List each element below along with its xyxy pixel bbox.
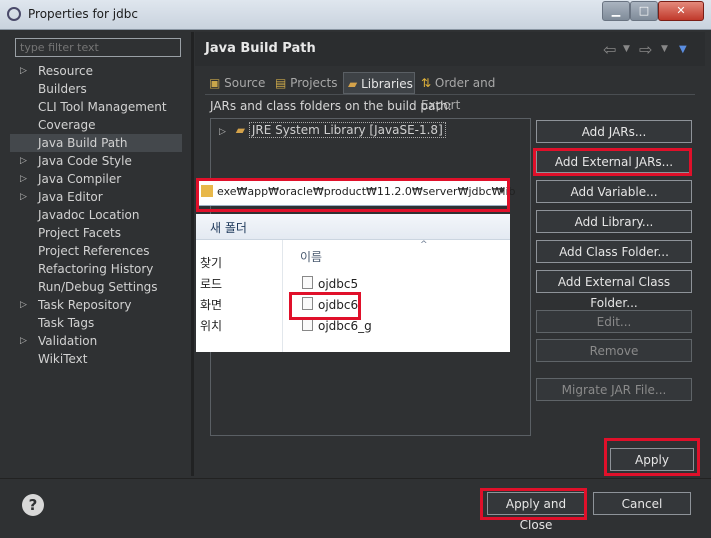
tree-item-label: JRE System Library [JavaSE-1.8] <box>248 122 446 138</box>
build-path-label: JARs and class folders on the build path… <box>210 99 452 113</box>
help-icon[interactable]: ? <box>22 494 44 516</box>
back-arrow-icon[interactable]: ⇦ <box>603 40 616 59</box>
tab-projects[interactable]: ▤ Projects <box>271 72 343 94</box>
maximize-button[interactable]: □ <box>630 1 658 21</box>
order-icon: ⇅ <box>421 76 432 90</box>
sidebar-item-label: Java Build Path <box>38 136 128 150</box>
tab-separator <box>205 94 695 95</box>
folder-icon: ▣ <box>209 76 221 90</box>
expand-arrow-icon[interactable]: ▷ <box>20 62 27 80</box>
sidebar-item-label: Coverage <box>38 118 96 132</box>
column-header-name[interactable]: 이름 <box>300 248 322 265</box>
file-dialog-sidebar-item[interactable]: 위치 <box>200 317 222 334</box>
tab-libraries[interactable]: ▰ Libraries <box>343 72 415 94</box>
highlight-apply <box>604 438 700 476</box>
page-title: Java Build Path <box>205 41 316 56</box>
sidebar-item-label: Resource <box>38 64 94 78</box>
forward-arrow-icon[interactable]: ⇨ <box>639 40 652 59</box>
sidebar-item-cli-tool-management[interactable]: CLI Tool Management <box>10 98 182 116</box>
sidebar-item-label: Project Facets <box>38 226 121 240</box>
sidebar-item-label: CLI Tool Management <box>38 100 167 114</box>
sidebar-item-project-facets[interactable]: Project Facets <box>10 224 182 242</box>
new-folder-button[interactable]: 새 폴더 <box>210 219 247 236</box>
sidebar-item-java-compiler[interactable]: ▷ Java Compiler <box>10 170 182 188</box>
sidebar-item-javadoc-location[interactable]: Javadoc Location <box>10 206 182 224</box>
sidebar-item-label: Java Compiler <box>38 172 122 186</box>
sidebar-item-label: Task Tags <box>38 316 95 330</box>
add-external-class-folder-button[interactable]: Add External Class Folder... <box>536 270 692 310</box>
filter-input[interactable] <box>15 38 181 57</box>
sidebar-item-task-repository[interactable]: ▷ Task Repository <box>10 296 182 314</box>
sidebar-item-run-debug-settings[interactable]: Run/Debug Settings <box>10 278 182 296</box>
sidebar-item-java-code-style[interactable]: ▷ Java Code Style <box>10 152 182 170</box>
sidebar-item-refactoring-history[interactable]: Refactoring History <box>10 260 182 278</box>
back-menu-chevron-icon[interactable]: ▼ <box>623 44 630 54</box>
file-dialog-sidebar-item[interactable]: 화면 <box>200 296 222 313</box>
expand-arrow-icon[interactable]: ▷ <box>20 296 27 314</box>
add-class-folder-button[interactable]: Add Class Folder... <box>536 240 692 263</box>
file-item[interactable]: ojdbc5 <box>302 276 358 291</box>
expand-arrow-icon[interactable]: ▷ <box>20 152 27 170</box>
sidebar-item-label: Task Repository <box>38 298 132 312</box>
sidebar-item-label: Java Code Style <box>38 154 132 168</box>
sidebar-item-validation[interactable]: ▷ Validation <box>10 332 182 350</box>
sidebar-item-java-editor[interactable]: ▷ Java Editor <box>10 188 182 206</box>
highlight-path-bar <box>196 178 510 212</box>
highlight-apply-and-close <box>480 488 587 520</box>
cancel-button[interactable]: Cancel <box>593 492 691 515</box>
sidebar-item-label: Refactoring History <box>38 262 154 276</box>
sidebar-item-task-tags[interactable]: Task Tags <box>10 314 182 332</box>
sidebar-item-label: Project References <box>38 244 150 258</box>
add-library-button[interactable]: Add Library... <box>536 210 692 233</box>
tree-item-jre[interactable]: ▷ ▰ JRE System Library [JavaSE-1.8] <box>219 122 446 138</box>
forward-menu-chevron-icon[interactable]: ▼ <box>661 44 668 54</box>
sidebar-item-wikitext[interactable]: WikiText <box>10 350 182 368</box>
page-header: Java Build Path ⇦ ▼ ⇨ ▼ ▼ <box>195 32 705 66</box>
view-menu-icon[interactable]: ▼ <box>679 44 687 55</box>
tab-source[interactable]: ▣ Source <box>205 72 271 94</box>
expand-arrow-icon[interactable]: ▷ <box>20 332 27 350</box>
sort-caret-icon: ^ <box>420 240 428 250</box>
tab-order-export[interactable]: ⇅ Order and Export <box>417 72 535 112</box>
sidebar-item-label: Java Editor <box>38 190 103 204</box>
sidebar-item-label: Run/Debug Settings <box>38 280 158 294</box>
highlight-ojdbc6 <box>289 292 361 320</box>
footer-separator <box>0 478 711 479</box>
splitter[interactable] <box>191 32 194 476</box>
file-item[interactable]: ojdbc6_g <box>302 318 372 333</box>
remove-button[interactable]: Remove <box>536 339 692 362</box>
sidebar-item-label: Builders <box>38 82 87 96</box>
sidebar-item-resource[interactable]: ▷ Resource <box>10 62 182 80</box>
file-dialog-sidebar-item[interactable]: 찾기 <box>200 254 222 271</box>
file-icon <box>302 276 313 289</box>
file-dialog-divider <box>282 240 283 352</box>
highlight-add-external-jars <box>533 148 692 176</box>
window-title: Properties for jdbc <box>28 7 138 21</box>
sidebar-item-coverage[interactable]: Coverage <box>10 116 182 134</box>
jar-icon: ▰ <box>235 123 245 137</box>
sidebar-item-label: Validation <box>38 334 98 348</box>
migrate-jar-button[interactable]: Migrate JAR File... <box>536 378 692 401</box>
tab-bar: ▣ Source ▤ Projects ▰ Libraries ⇅ Order … <box>205 72 535 112</box>
sidebar-item-project-references[interactable]: Project References <box>10 242 182 260</box>
library-icon: ▰ <box>348 77 358 91</box>
file-dialog-toolbar: 새 폴더 <box>196 214 510 240</box>
expand-arrow-icon[interactable]: ▷ <box>20 170 27 188</box>
eclipse-icon <box>7 7 21 21</box>
close-window-button[interactable]: ✕ <box>658 1 704 21</box>
add-jars-button[interactable]: Add JARs... <box>536 120 692 143</box>
add-variable-button[interactable]: Add Variable... <box>536 180 692 203</box>
sidebar-item-builders[interactable]: Builders <box>10 80 182 98</box>
expand-arrow-icon[interactable]: ▷ <box>20 188 27 206</box>
edit-button[interactable]: Edit... <box>536 310 692 333</box>
file-dialog-sidebar-item[interactable]: 로드 <box>200 275 222 292</box>
sidebar-item-label: Javadoc Location <box>38 208 140 222</box>
minimize-button[interactable]: ▁ <box>602 1 630 21</box>
sidebar-item-label: WikiText <box>38 352 88 366</box>
projects-icon: ▤ <box>275 76 287 90</box>
expand-arrow-icon[interactable]: ▷ <box>219 127 226 137</box>
sidebar-item-java-build-path[interactable]: Java Build Path <box>10 134 182 152</box>
title-bar: Properties for jdbc ▁ □ ✕ <box>0 0 711 30</box>
